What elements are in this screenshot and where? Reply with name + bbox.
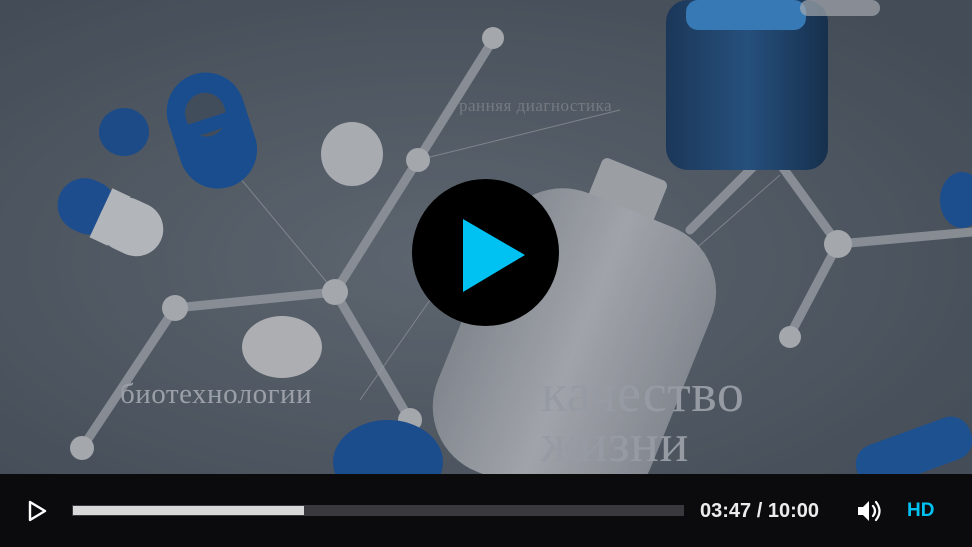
video-caption-quality-of-life: качество жизни xyxy=(541,363,745,473)
volume-icon xyxy=(858,500,881,522)
play-icon xyxy=(28,500,47,522)
control-bar: 03:47 / 10:00 HD xyxy=(0,474,972,547)
hd-quality-button[interactable]: HD xyxy=(907,498,934,524)
video-caption-quality-line2: жизни xyxy=(541,413,689,473)
video-poster[interactable]: ранняя диагностика биотехнологии качеств… xyxy=(0,0,972,474)
big-play-button[interactable] xyxy=(412,179,559,326)
volume-button[interactable] xyxy=(856,498,886,524)
current-time: 03:47 xyxy=(700,500,752,522)
time-separator: / xyxy=(756,500,763,522)
progress-played xyxy=(73,506,304,515)
play-button[interactable] xyxy=(24,498,50,524)
video-caption-biotech: биотехнологии xyxy=(120,378,313,410)
time-display: 03:47 / 10:00 xyxy=(700,498,819,524)
video-caption-quality-line1: качество xyxy=(541,363,745,423)
duration: 10:00 xyxy=(767,500,819,522)
play-icon xyxy=(463,219,525,292)
progress-bar[interactable] xyxy=(72,505,684,516)
video-caption-diagnostics: ранняя диагностика xyxy=(459,96,613,115)
video-player[interactable]: ранняя диагностика биотехнологии качеств… xyxy=(0,0,972,547)
